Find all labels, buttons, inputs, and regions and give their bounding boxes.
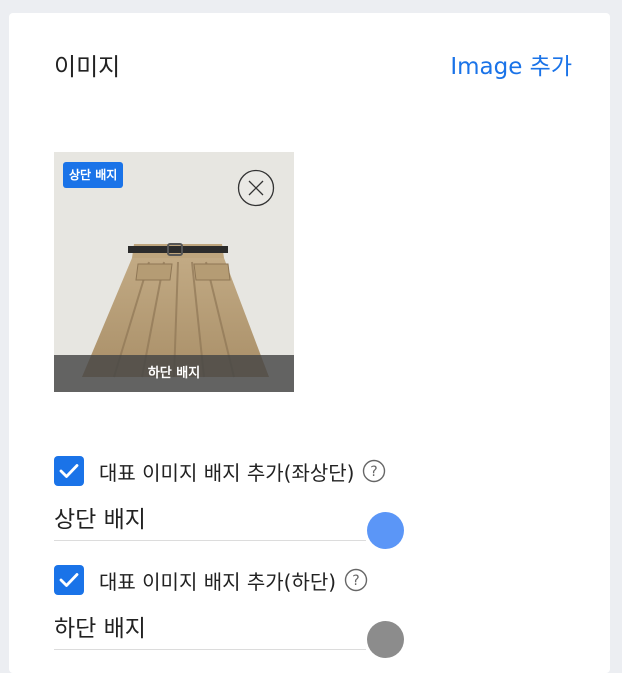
bottom-badge-checkbox[interactable] (54, 565, 84, 595)
checkmark-icon (59, 573, 79, 587)
section-title: 이미지 (54, 53, 121, 81)
bottom-badge-label: 대표 이미지 배지 추가(하단) (99, 569, 337, 594)
svg-text:?: ? (352, 573, 359, 589)
top-badge-label: 대표 이미지 배지 추가(좌상단) (99, 460, 355, 485)
bottom-badge-color-picker[interactable] (367, 621, 404, 658)
help-icon[interactable]: ? (344, 568, 368, 592)
add-image-link[interactable]: Image 추가 (450, 47, 572, 81)
option-top-badge: 대표 이미지 배지 추가(좌상단) ? (54, 456, 386, 486)
checkmark-icon (59, 464, 79, 478)
option-bottom-badge: 대표 이미지 배지 추가(하단) ? (54, 565, 368, 595)
help-icon[interactable]: ? (362, 459, 386, 483)
top-badge: 상단 배지 (63, 162, 124, 188)
top-badge-checkbox[interactable] (54, 456, 84, 486)
image-thumbnail[interactable]: 상단 배지 하단 배지 (54, 152, 294, 392)
svg-text:?: ? (371, 464, 378, 480)
bottom-badge: 하단 배지 (54, 355, 294, 392)
bottom-badge-text-field[interactable]: 하단 배지 (54, 609, 366, 650)
top-badge-color-picker[interactable] (367, 512, 404, 549)
top-badge-text-field[interactable]: 상단 배지 (54, 500, 366, 541)
remove-image-icon[interactable] (237, 169, 275, 207)
image-settings-card: 이미지 Image 추가 상단 배지 하단 배지 대표 이미지 배지 추가(좌상… (9, 13, 610, 673)
